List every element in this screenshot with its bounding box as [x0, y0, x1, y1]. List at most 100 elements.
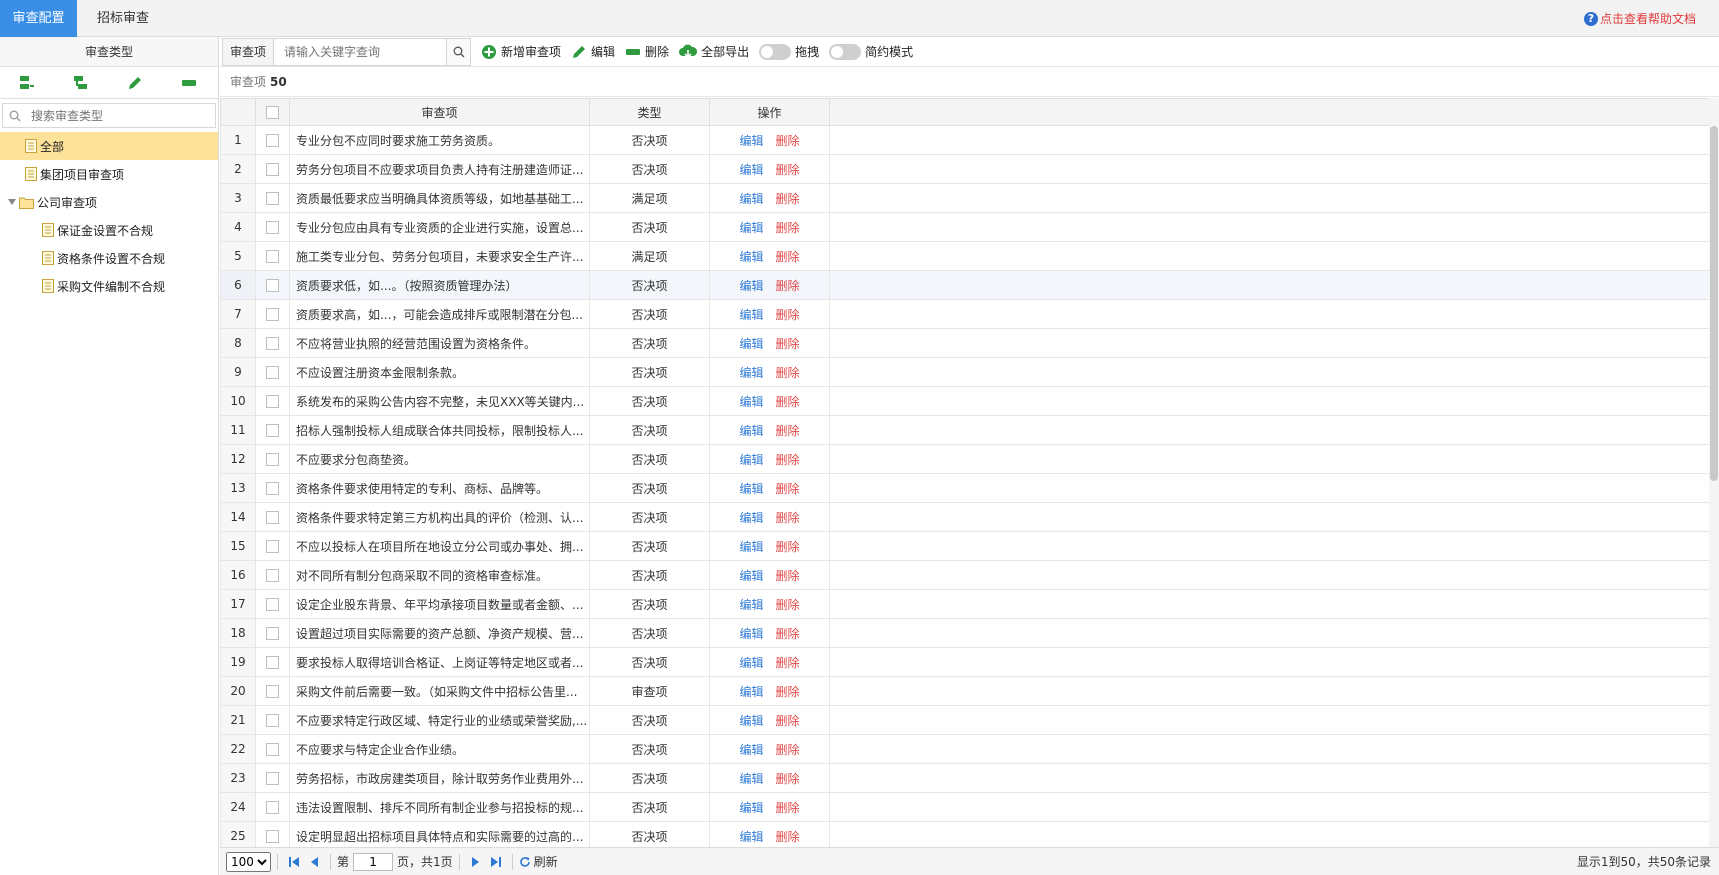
row-delete-link[interactable]: 删除 [776, 279, 800, 293]
row-checkbox[interactable] [266, 482, 279, 495]
type-search-input[interactable] [3, 104, 215, 127]
table-row[interactable]: 21 不应要求特定行政区域、特定行业的业绩或荣誉奖励,... 否决项 编辑 删除 [220, 705, 1710, 735]
row-delete-link[interactable]: 删除 [776, 482, 800, 496]
row-checkbox[interactable] [266, 250, 279, 263]
table-row[interactable]: 2 劳务分包项目不应要求项目负责人持有注册建造师证... 否决项 编辑 删除 [220, 154, 1710, 184]
table-row[interactable]: 22 不应要求与特定企业合作业绩。 否决项 编辑 删除 [220, 734, 1710, 764]
table-row[interactable]: 19 要求投标人取得培训合格证、上岗证等特定地区或者... 否决项 编辑 删除 [220, 647, 1710, 677]
row-checkbox[interactable] [266, 569, 279, 582]
row-edit-link[interactable]: 编辑 [739, 685, 763, 699]
row-delete-link[interactable]: 删除 [776, 772, 800, 786]
table-row[interactable]: 3 资质最低要求应当明确具体资质等级，如地基基础工... 满足项 编辑 删除 [220, 183, 1710, 213]
simple-mode-switch[interactable] [829, 43, 862, 60]
row-edit-link[interactable]: 编辑 [739, 569, 763, 583]
row-checkbox[interactable] [266, 511, 279, 524]
row-checkbox[interactable] [266, 395, 279, 408]
page-number-input[interactable] [353, 852, 394, 871]
export-all-button[interactable]: 全部导出 [679, 43, 749, 60]
table-row[interactable]: 15 不应以投标人在项目所在地设立分公司或办事处、拥... 否决项 编辑 删除 [220, 531, 1710, 561]
keyword-search-input[interactable] [274, 37, 448, 66]
row-checkbox[interactable] [266, 714, 279, 727]
delete-button[interactable]: 删除 [625, 43, 669, 60]
row-checkbox[interactable] [266, 366, 279, 379]
tree-node-company[interactable]: 公司审查项 [0, 188, 218, 216]
row-edit-link[interactable]: 编辑 [739, 656, 763, 670]
row-delete-link[interactable]: 删除 [776, 801, 800, 815]
row-checkbox[interactable] [266, 772, 279, 785]
row-delete-link[interactable]: 删除 [776, 424, 800, 438]
row-delete-link[interactable]: 删除 [776, 685, 800, 699]
row-delete-link[interactable]: 删除 [776, 598, 800, 612]
edit-type-button[interactable] [108, 75, 162, 91]
edit-button[interactable]: 编辑 [571, 43, 615, 60]
row-checkbox[interactable] [266, 685, 279, 698]
row-delete-link[interactable]: 删除 [776, 134, 800, 148]
row-edit-link[interactable]: 编辑 [739, 366, 763, 380]
table-row[interactable]: 14 资格条件要求特定第三方机构出具的评价（检测、认... 否决项 编辑 删除 [220, 502, 1710, 532]
row-edit-link[interactable]: 编辑 [739, 511, 763, 525]
tree-node-child[interactable]: 资格条件设置不合规 [0, 244, 218, 272]
add-sibling-button[interactable] [0, 75, 54, 91]
delete-type-button[interactable] [162, 75, 216, 91]
row-edit-link[interactable]: 编辑 [739, 134, 763, 148]
first-page-button[interactable] [284, 856, 304, 868]
column-header-name[interactable]: 审查项 [289, 98, 590, 126]
add-child-button[interactable] [54, 75, 108, 91]
row-delete-link[interactable]: 删除 [776, 250, 800, 264]
row-delete-link[interactable]: 删除 [776, 192, 800, 206]
drag-switch[interactable] [759, 43, 792, 60]
row-delete-link[interactable]: 删除 [776, 627, 800, 641]
row-edit-link[interactable]: 编辑 [739, 830, 763, 844]
table-row[interactable]: 13 资格条件要求使用特定的专利、商标、品牌等。 否决项 编辑 删除 [220, 473, 1710, 503]
row-edit-link[interactable]: 编辑 [739, 540, 763, 554]
row-checkbox[interactable] [266, 279, 279, 292]
tab-review-config[interactable]: 审查配置 [0, 0, 77, 37]
column-header-type[interactable]: 类型 [589, 98, 710, 126]
row-delete-link[interactable]: 删除 [776, 453, 800, 467]
table-row[interactable]: 9 不应设置注册资本金限制条款。 否决项 编辑 删除 [220, 357, 1710, 387]
row-delete-link[interactable]: 删除 [776, 714, 800, 728]
row-edit-link[interactable]: 编辑 [739, 337, 763, 351]
row-edit-link[interactable]: 编辑 [739, 772, 763, 786]
row-edit-link[interactable]: 编辑 [739, 308, 763, 322]
tab-bid-review[interactable]: 招标审查 [78, 0, 168, 37]
row-edit-link[interactable]: 编辑 [739, 598, 763, 612]
row-edit-link[interactable]: 编辑 [739, 453, 763, 467]
row-delete-link[interactable]: 删除 [776, 540, 800, 554]
row-checkbox[interactable] [266, 598, 279, 611]
add-item-button[interactable]: 新增审查项 [481, 43, 561, 60]
table-row[interactable]: 4 专业分包应由具有专业资质的企业进行实施，设置总... 否决项 编辑 删除 [220, 212, 1710, 242]
table-row[interactable]: 12 不应要求分包商垫资。 否决项 编辑 删除 [220, 444, 1710, 474]
row-delete-link[interactable]: 删除 [776, 308, 800, 322]
row-delete-link[interactable]: 删除 [776, 221, 800, 235]
row-edit-link[interactable]: 编辑 [739, 482, 763, 496]
row-delete-link[interactable]: 删除 [776, 337, 800, 351]
table-row[interactable]: 10 系统发布的采购公告内容不完整，未见XXX等关键内... 否决项 编辑 删除 [220, 386, 1710, 416]
table-row[interactable]: 17 设定企业股东背景、年平均承接项目数量或者金额、... 否决项 编辑 删除 [220, 589, 1710, 619]
row-delete-link[interactable]: 删除 [776, 830, 800, 844]
search-button[interactable] [447, 37, 472, 66]
row-edit-link[interactable]: 编辑 [739, 714, 763, 728]
table-row[interactable]: 7 资质要求高，如...，可能会造成排斥或限制潜在分包... 否决项 编辑 删除 [220, 299, 1710, 329]
select-all-checkbox[interactable] [266, 106, 279, 119]
tree-node-child[interactable]: 采购文件编制不合规 [0, 272, 218, 300]
row-delete-link[interactable]: 删除 [776, 395, 800, 409]
table-row[interactable]: 6 资质要求低，如...。（按照资质管理办法） 否决项 编辑 删除 [220, 270, 1710, 300]
row-checkbox[interactable] [266, 656, 279, 669]
row-checkbox[interactable] [266, 221, 279, 234]
row-edit-link[interactable]: 编辑 [739, 163, 763, 177]
row-delete-link[interactable]: 删除 [776, 656, 800, 670]
page-size-select[interactable]: 100 [226, 851, 271, 872]
row-edit-link[interactable]: 编辑 [739, 192, 763, 206]
expand-arrow-icon[interactable] [8, 198, 16, 206]
row-edit-link[interactable]: 编辑 [739, 627, 763, 641]
table-row[interactable]: 11 招标人强制投标人组成联合体共同投标，限制投标人... 否决项 编辑 删除 [220, 415, 1710, 445]
row-checkbox[interactable] [266, 743, 279, 756]
row-delete-link[interactable]: 删除 [776, 163, 800, 177]
refresh-button[interactable]: 刷新 [519, 853, 558, 870]
tree-node-group[interactable]: 集团项目审查项 [0, 160, 218, 188]
row-checkbox[interactable] [266, 453, 279, 466]
table-row[interactable]: 18 设置超过项目实际需要的资产总额、净资产规模、营... 否决项 编辑 删除 [220, 618, 1710, 648]
scrollbar-thumb[interactable] [1710, 126, 1718, 481]
simple-mode-toggle[interactable]: 简约模式 [829, 43, 913, 60]
